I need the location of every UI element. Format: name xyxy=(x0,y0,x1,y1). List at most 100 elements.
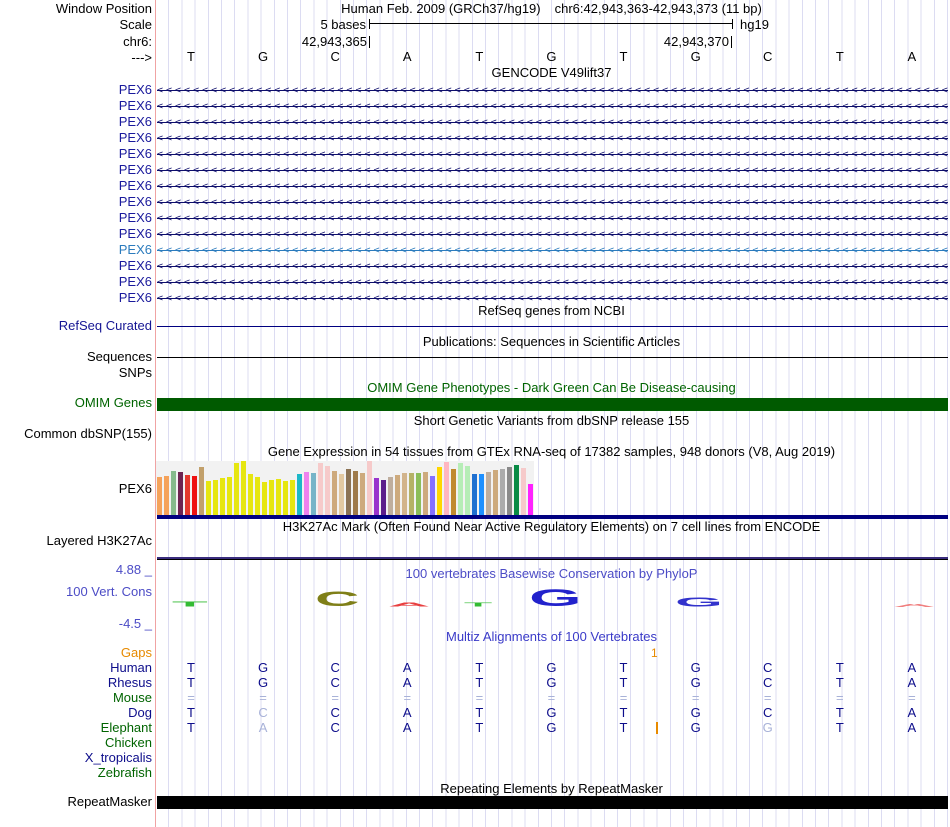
vert-cons-label[interactable]: 100 Vert. Cons xyxy=(66,585,152,599)
gene-label-pex6-12[interactable]: PEX6 xyxy=(119,259,152,273)
alignment-base: A xyxy=(402,660,412,675)
gtex-title: Gene Expression in 54 tissues from GTEx … xyxy=(267,444,836,459)
coord-right-tick xyxy=(731,36,732,48)
alignment-base: A xyxy=(907,660,917,675)
layered-h3k27ac-label[interactable]: Layered H3K27Ac xyxy=(46,534,152,548)
gene-model-row[interactable]: <<<<<<<<<<<<<<<<<<<<<<<<<<<<<<<<<<<<<<<<… xyxy=(157,133,948,144)
refseq-curated-label[interactable]: RefSeq Curated xyxy=(59,319,152,333)
gene-model-row[interactable]: <<<<<<<<<<<<<<<<<<<<<<<<<<<<<<<<<<<<<<<<… xyxy=(157,101,948,112)
window-position-label: Window Position xyxy=(55,1,152,16)
gene-label-pex6-1[interactable]: PEX6 xyxy=(119,83,152,97)
species-label-elephant[interactable]: Elephant xyxy=(101,721,152,735)
species-label-mouse[interactable]: Mouse xyxy=(113,691,152,705)
gene-label-pex6-5[interactable]: PEX6 xyxy=(119,147,152,161)
phylop-glyph-G: G xyxy=(675,595,723,610)
omim-genes-bar[interactable] xyxy=(157,398,948,411)
alignment-base: T xyxy=(835,660,844,675)
gene-model-row[interactable]: <<<<<<<<<<<<<<<<<<<<<<<<<<<<<<<<<<<<<<<<… xyxy=(157,293,948,304)
gene-model-row[interactable]: <<<<<<<<<<<<<<<<<<<<<<<<<<<<<<<<<<<<<<<<… xyxy=(157,149,948,160)
gtex-tissue-bar xyxy=(220,478,225,515)
snps-label[interactable]: SNPs xyxy=(119,366,152,380)
strand-label: ---> xyxy=(131,50,152,65)
gene-label-pex6-14[interactable]: PEX6 xyxy=(119,291,152,305)
base-letter: T xyxy=(475,49,484,64)
insert-marker xyxy=(656,722,658,734)
species-label-x_tropicalis[interactable]: X_tropicalis xyxy=(85,751,152,765)
gtex-tissue-bar xyxy=(283,481,288,515)
base-letter: C xyxy=(763,49,773,64)
repeatmasker-label[interactable]: RepeatMasker xyxy=(67,795,152,809)
gtex-tissue-bar xyxy=(381,480,386,515)
gtex-tissue-bar xyxy=(402,473,407,515)
species-label-dog[interactable]: Dog xyxy=(128,706,152,720)
gtex-tissue-bar xyxy=(241,461,246,515)
omim-genes-label[interactable]: OMIM Genes xyxy=(75,396,152,410)
assembly-short: hg19 xyxy=(740,17,769,32)
coord-right: 42,943,370 xyxy=(663,34,729,49)
h3k27ac-line-2[interactable] xyxy=(157,559,948,560)
alignment-base: T xyxy=(187,675,195,690)
gene-model-row[interactable]: <<<<<<<<<<<<<<<<<<<<<<<<<<<<<<<<<<<<<<<<… xyxy=(157,197,948,208)
gene-label-pex6-8[interactable]: PEX6 xyxy=(119,195,152,209)
gene-model-row[interactable]: <<<<<<<<<<<<<<<<<<<<<<<<<<<<<<<<<<<<<<<<… xyxy=(157,261,948,272)
gene-label-pex6-6[interactable]: PEX6 xyxy=(119,163,152,177)
gene-label-pex6-4[interactable]: PEX6 xyxy=(119,131,152,145)
alignment-base: T xyxy=(475,660,484,675)
alignment-base: G xyxy=(258,660,269,675)
gene-label-pex6-7[interactable]: PEX6 xyxy=(119,179,152,193)
species-label-chicken[interactable]: Chicken xyxy=(105,736,152,750)
gene-label-pex6-11[interactable]: PEX6 xyxy=(119,243,152,257)
gtex-tissue-bar xyxy=(486,472,491,515)
gene-label-pex6-2[interactable]: PEX6 xyxy=(119,99,152,113)
gene-model-row[interactable]: <<<<<<<<<<<<<<<<<<<<<<<<<<<<<<<<<<<<<<<<… xyxy=(157,181,948,192)
species-label-zebrafish[interactable]: Zebrafish xyxy=(98,766,152,780)
sequences-label[interactable]: Sequences xyxy=(87,350,152,364)
gene-model-row[interactable]: <<<<<<<<<<<<<<<<<<<<<<<<<<<<<<<<<<<<<<<<… xyxy=(157,85,948,96)
phylop-glyph-C: C xyxy=(315,587,360,612)
sequences-line[interactable] xyxy=(157,357,948,358)
alignment-base: T xyxy=(835,675,844,690)
alignment-base: A xyxy=(402,705,412,720)
gtex-tissue-bar xyxy=(262,482,267,515)
gtex-baseline[interactable] xyxy=(157,515,948,519)
gene-model-row[interactable]: <<<<<<<<<<<<<<<<<<<<<<<<<<<<<<<<<<<<<<<<… xyxy=(157,229,948,240)
gene-model-row[interactable]: <<<<<<<<<<<<<<<<<<<<<<<<<<<<<<<<<<<<<<<<… xyxy=(157,277,948,288)
gtex-tissue-bar xyxy=(339,474,344,515)
alignment-base: C xyxy=(763,660,773,675)
gaps-label[interactable]: Gaps xyxy=(121,646,152,660)
gtex-tissue-bar xyxy=(500,469,505,515)
alignment-base: G xyxy=(258,675,269,690)
gtex-gene-label[interactable]: PEX6 xyxy=(119,482,152,496)
gene-label-pex6-10[interactable]: PEX6 xyxy=(119,227,152,241)
gene-model-row[interactable]: <<<<<<<<<<<<<<<<<<<<<<<<<<<<<<<<<<<<<<<<… xyxy=(157,165,948,176)
gtex-tissue-bar xyxy=(465,466,470,515)
base-letter: G xyxy=(258,49,269,64)
repeatmasker-bar[interactable] xyxy=(157,796,948,809)
alignment-base: A xyxy=(907,720,917,735)
gtex-tissue-bar xyxy=(437,467,442,515)
alignment-base: T xyxy=(475,675,484,690)
gene-label-pex6-13[interactable]: PEX6 xyxy=(119,275,152,289)
alignment-base: C xyxy=(330,675,340,690)
gene-model-row[interactable]: <<<<<<<<<<<<<<<<<<<<<<<<<<<<<<<<<<<<<<<<… xyxy=(157,117,948,128)
alignment-base: T xyxy=(187,720,195,735)
alignment-base: A xyxy=(258,720,268,735)
chrom-label: chr6: xyxy=(123,34,152,49)
phylop-glyph-T: T xyxy=(172,600,208,609)
scale-bar xyxy=(369,19,733,29)
phylop-glyph-T: T xyxy=(464,601,493,609)
common-dbsnp-label[interactable]: Common dbSNP(155) xyxy=(24,427,152,441)
species-label-rhesus[interactable]: Rhesus xyxy=(108,676,152,690)
species-label-human[interactable]: Human xyxy=(110,661,152,675)
gene-model-row[interactable]: <<<<<<<<<<<<<<<<<<<<<<<<<<<<<<<<<<<<<<<<… xyxy=(157,213,948,224)
gtex-tissue-bar xyxy=(472,474,477,515)
position-text: chr6:42,943,363-42,943,373 (11 bp) xyxy=(554,1,762,16)
gtex-bar-chart[interactable] xyxy=(157,461,535,515)
gene-label-pex6-9[interactable]: PEX6 xyxy=(119,211,152,225)
gene-label-pex6-3[interactable]: PEX6 xyxy=(119,115,152,129)
refseq-curated-line[interactable] xyxy=(157,326,948,327)
gtex-tissue-bar xyxy=(213,480,218,515)
coord-left: 42,943,365 xyxy=(301,34,367,49)
gtex-tissue-bar xyxy=(234,463,239,515)
gene-model-row[interactable]: <<<<<<<<<<<<<<<<<<<<<<<<<<<<<<<<<<<<<<<<… xyxy=(157,245,948,256)
